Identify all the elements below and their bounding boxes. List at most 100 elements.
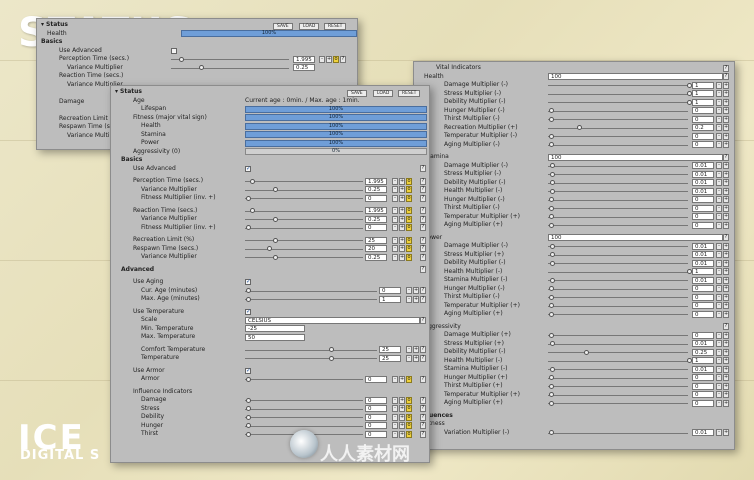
minus-icon[interactable]: - — [716, 187, 722, 195]
minus-icon[interactable]: - — [392, 405, 398, 412]
multiplier-slider[interactable] — [548, 377, 688, 379]
multiplier-value[interactable]: 0 — [692, 391, 714, 398]
fitness-variation-value[interactable]: 0.01 — [692, 429, 714, 436]
back-perception-value[interactable]: 1.995 — [293, 55, 315, 63]
main-panel-title[interactable]: Status — [115, 88, 142, 97]
recreation-value[interactable]: 25 — [365, 236, 387, 244]
multiplier-knob[interactable] — [549, 303, 554, 308]
multiplier-knob[interactable] — [550, 243, 556, 249]
recreation-slider[interactable] — [245, 240, 363, 241]
use-aging-checkbox[interactable] — [245, 278, 251, 287]
comfort-temp-knob[interactable] — [329, 347, 334, 352]
fitness-mult-knob[interactable] — [246, 195, 251, 201]
plus-icon[interactable]: + — [723, 382, 729, 390]
multiplier-knob[interactable] — [549, 108, 554, 113]
variance2-reset-icon[interactable]: o — [406, 215, 412, 223]
perception-value[interactable]: 1.995 — [365, 177, 387, 185]
cur-age-plus-icon[interactable]: + — [413, 287, 419, 294]
back-variance-slider[interactable] — [171, 67, 289, 69]
back-perception-slider[interactable] — [171, 59, 289, 60]
variance3-value[interactable]: 0.25 — [365, 253, 387, 261]
fitness-mult2-plus-icon[interactable]: + — [399, 224, 405, 231]
minus-icon[interactable]: - — [392, 422, 398, 429]
multiplier-knob[interactable] — [549, 142, 554, 147]
multiplier-slider[interactable] — [548, 394, 688, 396]
multiplier-value[interactable]: 1 — [692, 268, 714, 275]
reset-icon[interactable]: o — [406, 422, 412, 429]
influence-value[interactable]: 0 — [365, 422, 387, 429]
plus-icon[interactable]: + — [723, 141, 729, 148]
multiplier-value[interactable]: 0 — [692, 132, 714, 140]
comfort-temp-slider[interactable] — [245, 349, 377, 351]
multiplier-value[interactable]: 0.01 — [692, 259, 714, 267]
max-age-plus-icon[interactable]: + — [413, 295, 419, 303]
fitness-mult2-help-icon[interactable]: ? — [420, 224, 426, 231]
plus-icon[interactable]: + — [723, 204, 729, 212]
variance2-help-icon[interactable]: ? — [420, 215, 426, 223]
plus-icon[interactable]: + — [723, 310, 729, 318]
cur-age-value[interactable]: 0 — [379, 287, 401, 294]
variance3-minus-icon[interactable]: - — [392, 253, 398, 261]
multiplier-slider[interactable] — [548, 191, 688, 192]
minus-icon[interactable]: - — [392, 413, 398, 421]
fitness-mult-plus-icon[interactable]: + — [399, 194, 405, 202]
plus-icon[interactable]: + — [399, 396, 405, 404]
multiplier-value[interactable]: 0 — [692, 141, 714, 148]
multiplier-slider[interactable] — [548, 119, 688, 120]
multiplier-value[interactable]: 0 — [692, 285, 714, 292]
minus-icon[interactable]: - — [716, 179, 722, 186]
respawn-slider[interactable] — [245, 248, 363, 250]
minus-icon[interactable]: - — [716, 124, 722, 131]
multiplier-slider[interactable] — [548, 93, 688, 95]
plus-icon[interactable]: + — [723, 293, 729, 301]
plus-icon[interactable]: + — [723, 340, 729, 347]
variance-reset-icon[interactable]: o — [406, 186, 412, 193]
plus-icon[interactable]: + — [723, 81, 729, 89]
minus-icon[interactable]: - — [716, 242, 722, 250]
minus-icon[interactable]: - — [716, 98, 722, 106]
temperature-slider[interactable] — [245, 358, 377, 359]
multiplier-knob[interactable] — [549, 294, 554, 300]
variance-knob[interactable] — [273, 187, 278, 192]
respawn-knob[interactable] — [267, 246, 272, 251]
use-temp-checkbox[interactable] — [245, 308, 251, 316]
perception-minus-icon[interactable]: - — [392, 177, 398, 185]
multiplier-slider[interactable] — [548, 254, 688, 256]
back-variance-knob[interactable] — [199, 65, 204, 70]
multiplier-slider[interactable] — [548, 360, 688, 362]
plus-icon[interactable]: + — [723, 302, 729, 309]
scale-help-icon[interactable]: ? — [420, 316, 426, 324]
back-perception-knob[interactable] — [179, 56, 184, 62]
multiplier-value[interactable]: 0.01 — [692, 251, 714, 258]
multiplier-knob[interactable] — [549, 116, 554, 122]
temperature-knob[interactable] — [329, 355, 334, 361]
plus-icon[interactable]: + — [723, 365, 729, 373]
temperature-minus-icon[interactable]: - — [406, 354, 412, 362]
plus-icon[interactable]: + — [723, 98, 729, 106]
variance3-reset-icon[interactable]: o — [406, 253, 412, 261]
plus-icon[interactable]: + — [399, 422, 405, 429]
plus-icon[interactable]: + — [723, 374, 729, 381]
variance-slider[interactable] — [245, 189, 363, 191]
plus-icon[interactable]: + — [723, 259, 729, 267]
section-stamina-value[interactable]: 100 — [548, 153, 723, 161]
multiplier-value[interactable]: 0 — [692, 310, 714, 318]
multiplier-slider[interactable] — [548, 165, 688, 167]
reaction-slider[interactable] — [245, 210, 363, 212]
max-age-value[interactable]: 1 — [379, 295, 401, 303]
temperature-help-icon[interactable]: ? — [420, 354, 426, 362]
minus-icon[interactable]: - — [716, 357, 722, 364]
plus-icon[interactable]: + — [723, 187, 729, 195]
minus-icon[interactable]: - — [716, 293, 722, 301]
fitness-mult-reset-icon[interactable]: o — [406, 194, 412, 202]
minus-icon[interactable]: - — [716, 374, 722, 381]
minus-icon[interactable]: - — [716, 331, 722, 339]
plus-icon[interactable]: + — [723, 124, 729, 131]
scale-dropdown[interactable]: CELSIUS — [245, 316, 420, 324]
minus-icon[interactable]: - — [716, 204, 722, 212]
multiplier-slider[interactable] — [548, 343, 688, 345]
vital-help-icon[interactable]: ? — [723, 64, 729, 72]
section-power-value[interactable]: 100 — [548, 234, 723, 241]
cur-age-minus-icon[interactable]: - — [406, 287, 412, 294]
multiplier-value[interactable]: 0 — [692, 293, 714, 301]
